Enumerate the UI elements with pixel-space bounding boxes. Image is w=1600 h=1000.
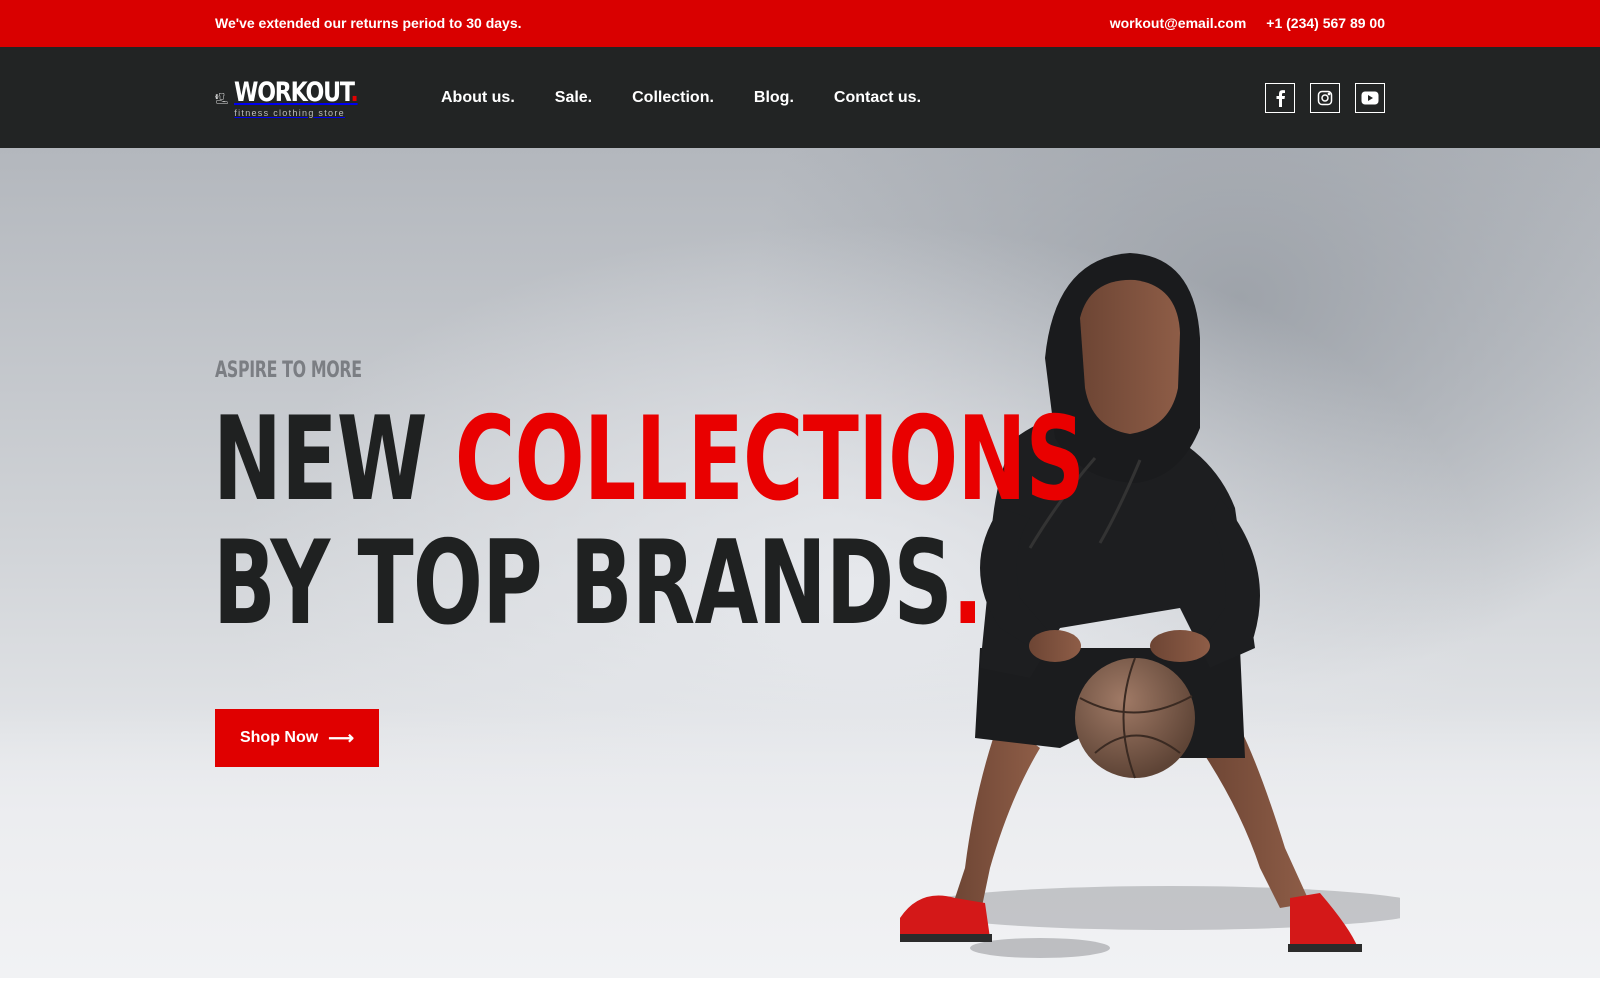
main-nav: About us. Sale. Collection. Blog. Contac…: [441, 89, 921, 107]
youtube-button[interactable]: [1355, 83, 1385, 113]
hero-eyebrow: ASPIRE TO MORE: [215, 358, 362, 383]
logo-dot: .: [350, 76, 359, 108]
arrow-right-icon: ⟶: [328, 727, 355, 748]
instagram-button[interactable]: [1310, 83, 1340, 113]
phone-link[interactable]: +1 (234) 567 89 00: [1266, 15, 1385, 31]
gym-shirt-shoe-icon: [215, 93, 228, 104]
site-logo[interactable]: WORKOUT. fitness clothing store: [215, 77, 385, 119]
social-links: [1265, 83, 1385, 113]
nav-sale[interactable]: Sale.: [555, 89, 592, 107]
youtube-icon: [1361, 91, 1379, 105]
headline-line1-dark: NEW: [213, 392, 455, 527]
instagram-icon: [1317, 90, 1333, 106]
shop-now-button[interactable]: Shop Now ⟶: [215, 709, 379, 767]
site-header: WORKOUT. fitness clothing store About us…: [0, 47, 1600, 148]
facebook-icon: [1276, 90, 1285, 107]
headline-line2-red: .: [952, 516, 983, 651]
shop-now-label: Shop Now: [239, 729, 319, 746]
contact-info: workout@email.com +1 (234) 567 89 00: [1110, 15, 1385, 31]
hero-section: ASPIRE TO MORE NEW COLLECTIONS BY TOP BR…: [0, 148, 1600, 978]
logo-name: WORKOUT: [234, 76, 352, 108]
logo-tagline: fitness clothing store: [234, 107, 345, 118]
nav-collection[interactable]: Collection.: [632, 89, 714, 107]
headline-line1-red: COLLECTIONS: [454, 392, 1085, 527]
nav-contact[interactable]: Contact us.: [834, 89, 921, 107]
nav-about[interactable]: About us.: [441, 89, 515, 107]
nav-blog[interactable]: Blog.: [754, 89, 794, 107]
hero-headline: NEW COLLECTIONS BY TOP BRANDS.: [213, 398, 1085, 646]
headline-line2-dark: BY TOP BRANDS: [213, 516, 953, 651]
facebook-button[interactable]: [1265, 83, 1295, 113]
email-link[interactable]: workout@email.com: [1110, 15, 1247, 31]
announcement-bar: We've extended our returns period to 30 …: [0, 0, 1600, 47]
returns-notice: We've extended our returns period to 30 …: [215, 15, 522, 31]
bottom-strip: [0, 978, 1600, 1000]
